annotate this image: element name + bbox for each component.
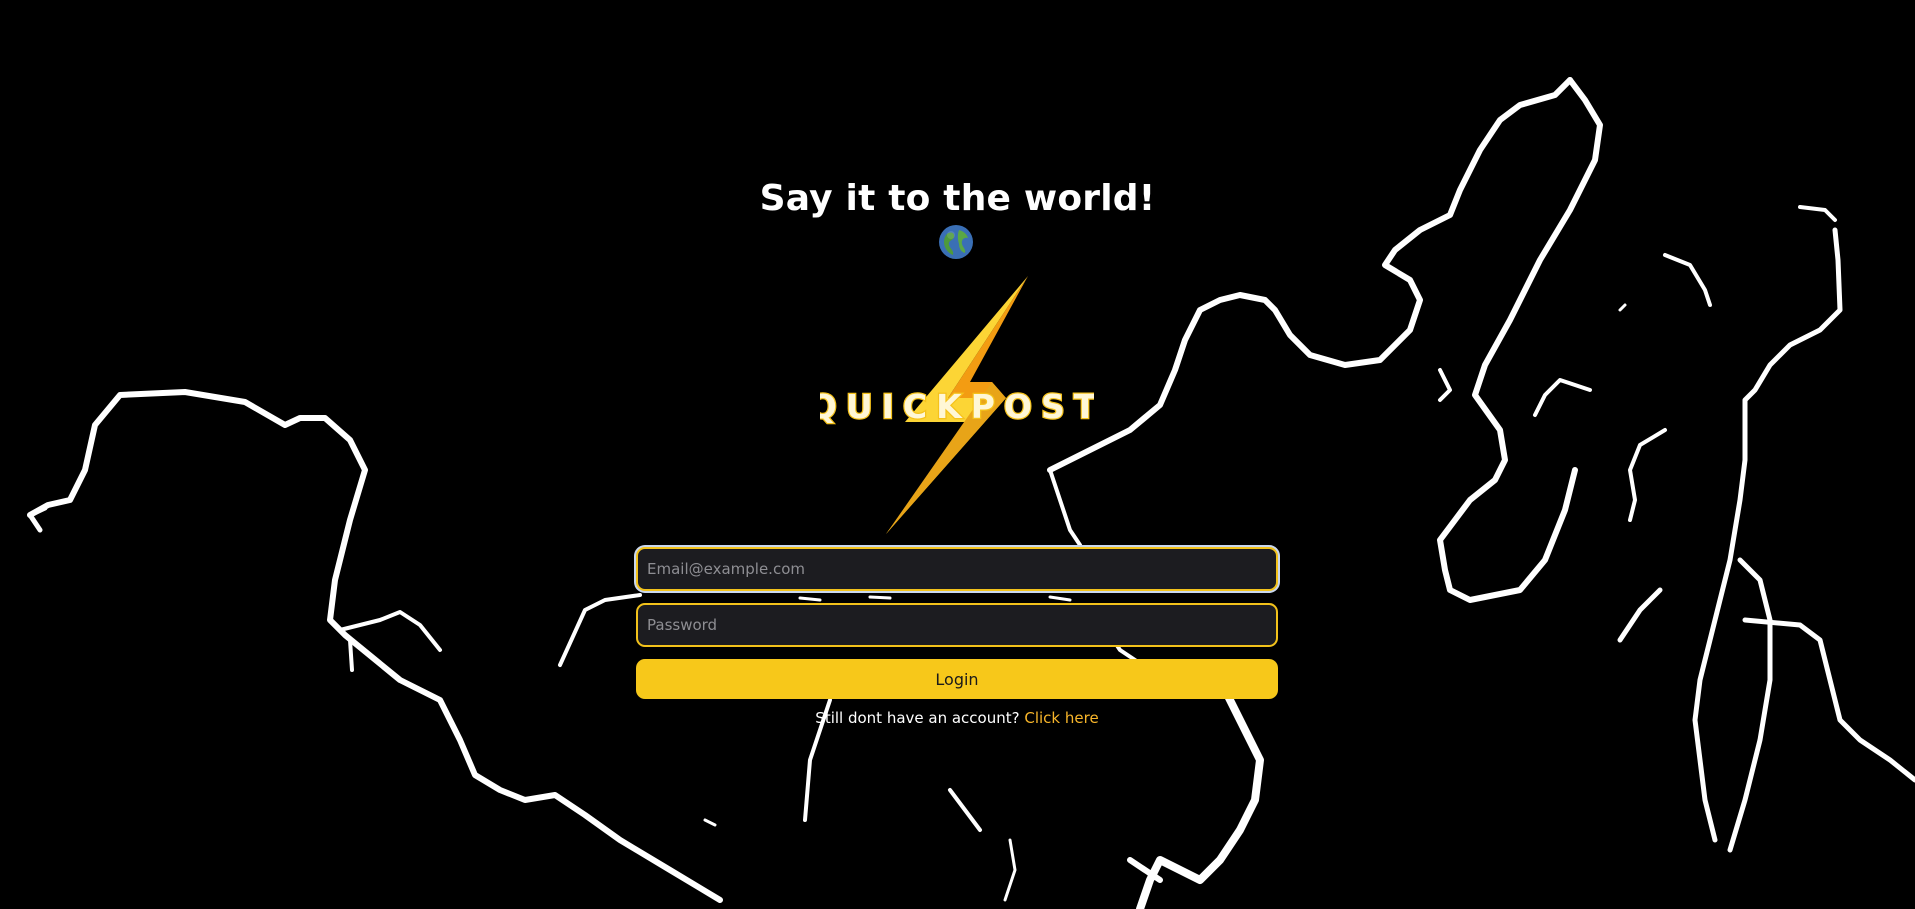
email-input[interactable] xyxy=(636,547,1278,591)
signup-prompt-text: Still dont have an account? xyxy=(815,709,1020,727)
signup-link[interactable]: Click here xyxy=(1024,709,1098,727)
globe-icon xyxy=(939,225,973,259)
signup-prompt-line: Still dont have an account? Click here xyxy=(636,709,1278,727)
login-form: Login Still dont have an account? Click … xyxy=(636,547,1278,727)
login-page: Say it to the world! QUICKPOST Login Sti… xyxy=(0,0,1915,909)
logo-text: QUICKPOST xyxy=(820,387,1094,426)
login-button[interactable]: Login xyxy=(636,659,1278,699)
page-headline: Say it to the world! xyxy=(759,178,1156,219)
password-input[interactable] xyxy=(636,603,1278,647)
quickpost-logo: QUICKPOST xyxy=(820,276,1094,534)
